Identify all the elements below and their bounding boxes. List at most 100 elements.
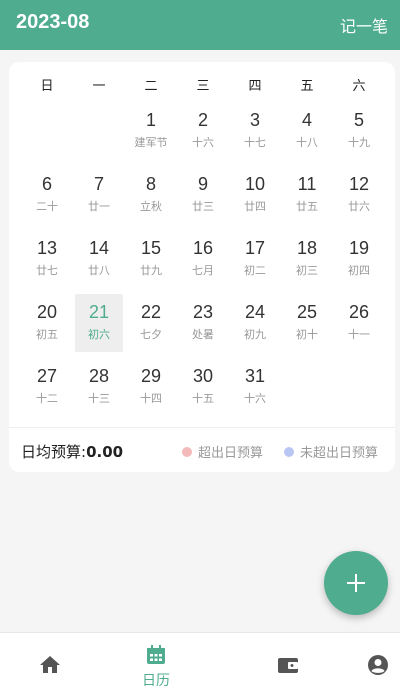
lunar-date: 廿六 bbox=[348, 200, 370, 213]
add-record-fab[interactable] bbox=[324, 551, 388, 615]
lunar-date: 廿四 bbox=[244, 200, 266, 213]
calendar-day[interactable]: 15 廿九 bbox=[127, 230, 175, 288]
lunar-date: 十三 bbox=[88, 392, 110, 405]
calendar-day[interactable]: 9 廿三 bbox=[179, 166, 227, 224]
lunar-date: 十五 bbox=[192, 392, 214, 405]
lunar-date: 廿三 bbox=[192, 200, 214, 213]
lunar-date: 初十 bbox=[296, 328, 318, 341]
legend-under-label: 未超出日预算 bbox=[300, 446, 379, 461]
calendar-day[interactable]: 7 廿一 bbox=[75, 166, 123, 224]
lunar-date: 十六 bbox=[244, 392, 266, 405]
calendar-day[interactable]: 27 十二 bbox=[23, 358, 71, 416]
day-number: 28 bbox=[88, 366, 110, 386]
day-number: 22 bbox=[140, 302, 162, 322]
day-number: 10 bbox=[244, 174, 266, 194]
day-number: 20 bbox=[36, 302, 58, 322]
lunar-date: 七月 bbox=[192, 264, 214, 277]
day-number: 4 bbox=[301, 110, 312, 130]
tab-home[interactable] bbox=[0, 633, 100, 694]
calendar-day[interactable]: 18 初三 bbox=[283, 230, 331, 288]
day-number: 17 bbox=[244, 238, 266, 258]
day-number: 13 bbox=[36, 238, 58, 258]
day-number: 31 bbox=[244, 366, 266, 386]
day-number: 11 bbox=[297, 174, 317, 194]
lunar-date: 初二 bbox=[244, 264, 266, 277]
calendar-day[interactable]: 16 七月 bbox=[179, 230, 227, 288]
day-number: 2 bbox=[197, 110, 208, 130]
calendar-day[interactable]: 2 十六 bbox=[179, 102, 227, 160]
calendar-day[interactable]: 30 十五 bbox=[179, 358, 227, 416]
divider bbox=[9, 427, 395, 428]
lunar-date: 初九 bbox=[244, 328, 266, 341]
tab-calendar-label: 日历 bbox=[142, 673, 170, 689]
lunar-date: 七夕 bbox=[140, 328, 162, 341]
day-number: 8 bbox=[145, 174, 156, 194]
day-number: 7 bbox=[93, 174, 104, 194]
calendar-day[interactable]: 20 初五 bbox=[23, 294, 71, 352]
lunar-date: 处暑 bbox=[192, 328, 214, 341]
calendar-day[interactable]: 28 十三 bbox=[75, 358, 123, 416]
app-header: 2023-08 记一笔 bbox=[0, 0, 400, 50]
month-title[interactable]: 2023-08 bbox=[16, 11, 89, 34]
calendar-day[interactable]: 11 廿五 bbox=[283, 166, 331, 224]
daily-budget-label: 日均预算: bbox=[21, 443, 87, 461]
calendar-day[interactable]: 14 廿八 bbox=[75, 230, 123, 288]
day-number: 12 bbox=[348, 174, 370, 194]
bottom-tab-bar: 日历 bbox=[0, 632, 400, 694]
lunar-date: 廿八 bbox=[88, 264, 110, 277]
lunar-date: 建军节 bbox=[134, 136, 168, 149]
day-number: 24 bbox=[244, 302, 266, 322]
calendar-day[interactable]: 3 十七 bbox=[231, 102, 279, 160]
legend-over-label: 超出日预算 bbox=[198, 446, 264, 461]
lunar-date: 十九 bbox=[348, 136, 370, 149]
calendar-day[interactable]: 10 廿四 bbox=[231, 166, 279, 224]
legend-under-budget: 未超出日预算 bbox=[284, 442, 378, 461]
calendar-grid: 1 建军节 2 十六 3 十七 4 十八 5 十九 6 二十 7 廿一 8 立秋 9 廿三 10 廿四 11 廿五 12 廿六… bbox=[9, 62, 395, 422]
day-number: 6 bbox=[41, 174, 52, 194]
calendar-day[interactable]: 29 十四 bbox=[127, 358, 175, 416]
lunar-date: 廿一 bbox=[88, 200, 110, 213]
calendar-day[interactable]: 22 七夕 bbox=[127, 294, 175, 352]
calendar-day[interactable]: 6 二十 bbox=[23, 166, 71, 224]
lunar-date: 立秋 bbox=[140, 200, 162, 213]
day-number: 30 bbox=[192, 366, 214, 386]
calendar-card: 日一二三四五六 1 建军节 2 十六 3 十七 4 十八 5 十九 6 二十 7 廿一 8 立秋 9 廿三 10 廿四… bbox=[9, 62, 395, 472]
lunar-date: 初六 bbox=[88, 328, 110, 341]
legend-over-budget: 超出日预算 bbox=[182, 442, 263, 461]
account-icon bbox=[368, 655, 388, 675]
lunar-date: 初四 bbox=[348, 264, 370, 277]
lunar-date: 十八 bbox=[296, 136, 318, 149]
lunar-date: 初五 bbox=[36, 328, 58, 341]
day-number: 1 bbox=[145, 110, 156, 130]
calendar-day[interactable]: 31 十六 bbox=[231, 358, 279, 416]
lunar-date: 十二 bbox=[36, 392, 58, 405]
day-number: 19 bbox=[348, 238, 370, 258]
calendar-day[interactable]: 26 十一 bbox=[335, 294, 383, 352]
calendar-day[interactable]: 1 建军节 bbox=[127, 102, 175, 160]
calendar-day[interactable]: 13 廿七 bbox=[23, 230, 71, 288]
tab-calendar[interactable]: 日历 bbox=[106, 633, 206, 694]
calendar-day[interactable]: 5 十九 bbox=[335, 102, 383, 160]
calendar-day[interactable]: 4 十八 bbox=[283, 102, 331, 160]
day-number: 5 bbox=[353, 110, 364, 130]
calendar-day[interactable]: 17 初二 bbox=[231, 230, 279, 288]
over-budget-dot bbox=[182, 446, 192, 457]
calendar-day[interactable]: 24 初九 bbox=[231, 294, 279, 352]
calendar-day[interactable]: 19 初四 bbox=[335, 230, 383, 288]
lunar-date: 十七 bbox=[244, 136, 266, 149]
lunar-date: 十四 bbox=[140, 392, 162, 405]
add-record-button[interactable]: 记一笔 bbox=[340, 13, 388, 37]
tab-wallet[interactable] bbox=[238, 633, 338, 694]
tab-account[interactable] bbox=[328, 633, 400, 694]
day-number: 27 bbox=[36, 366, 58, 386]
calendar-day[interactable]: 23 处暑 bbox=[179, 294, 227, 352]
home-icon bbox=[40, 656, 60, 673]
lunar-date: 初三 bbox=[296, 264, 318, 277]
daily-budget: 日均预算:0.00 bbox=[21, 441, 123, 462]
calendar-day[interactable]: 8 立秋 bbox=[127, 166, 175, 224]
wallet-icon bbox=[278, 658, 298, 673]
calendar-day[interactable]: 25 初十 bbox=[283, 294, 331, 352]
day-number: 3 bbox=[249, 110, 260, 130]
calendar-day[interactable]: 21 初六 bbox=[75, 294, 123, 352]
calendar-day[interactable]: 12 廿六 bbox=[335, 166, 383, 224]
